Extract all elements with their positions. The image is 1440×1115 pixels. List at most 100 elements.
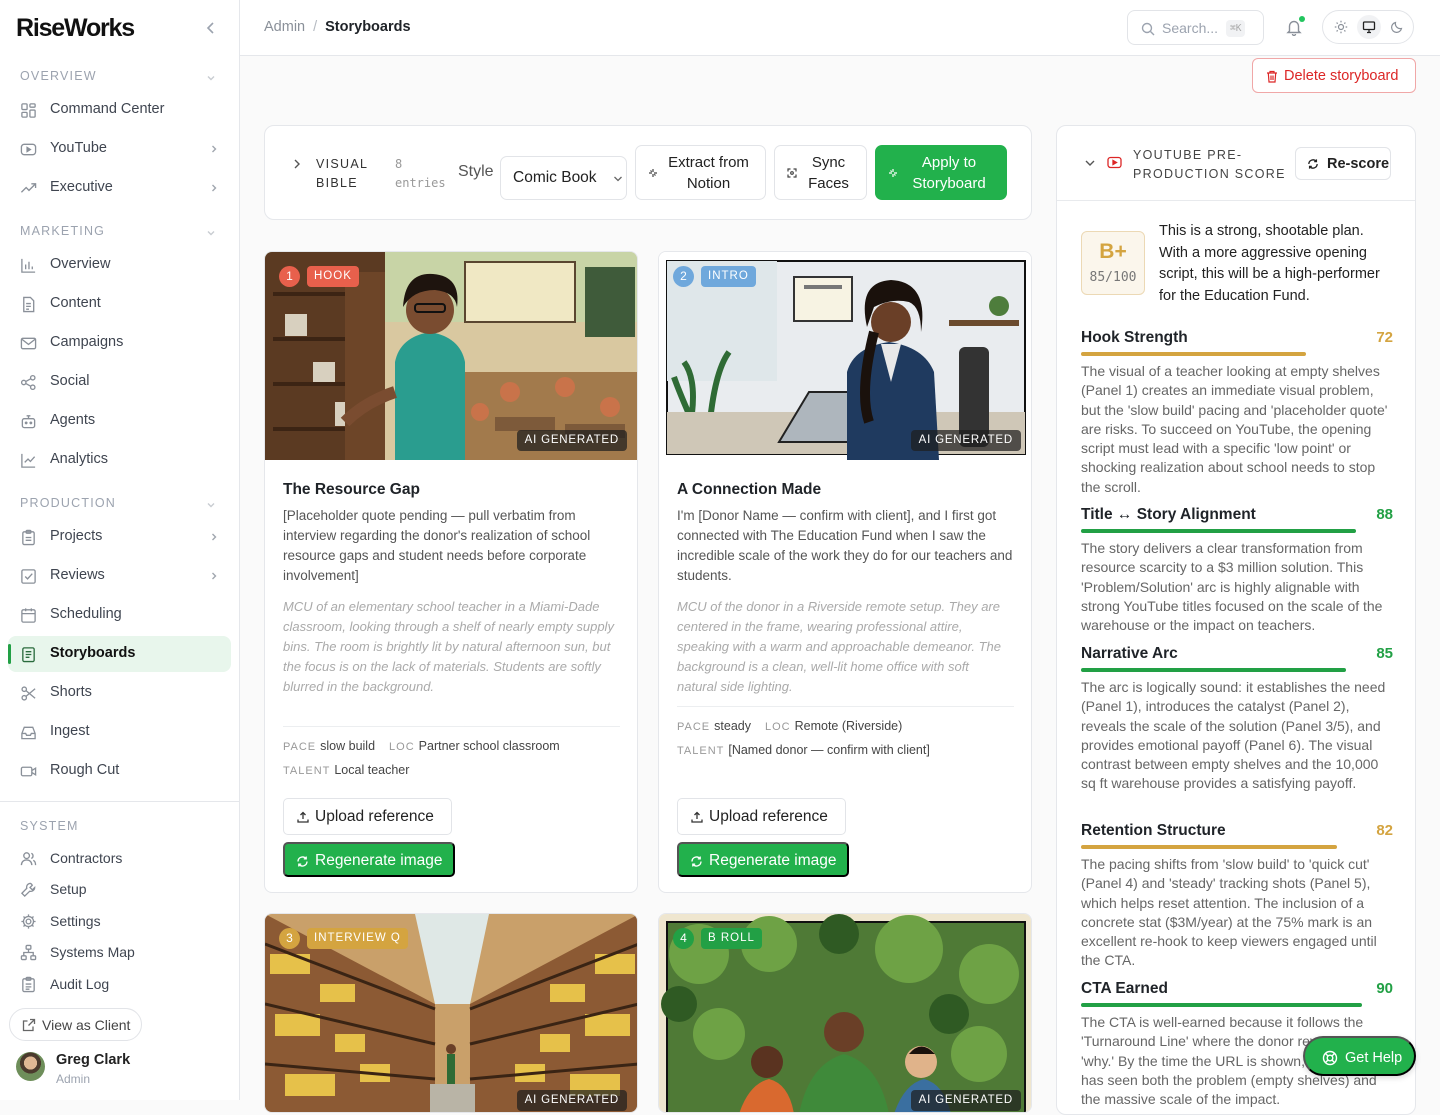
inbox-icon [21,726,36,740]
chevron-down-icon[interactable] [1084,158,1096,168]
sidebar-item-systems-map[interactable]: Systems Map [8,937,231,967]
style-select[interactable]: Comic Book [500,156,627,200]
panel-image[interactable]: 2 INTRO AI GENERATED [659,252,1031,460]
trending-icon [20,183,37,193]
regenerate-image-button[interactable]: Regenerate image [283,842,455,877]
sidebar-item-content[interactable]: Content [8,286,231,322]
brand-logo[interactable]: RiseWorks [16,14,135,43]
sidebar-item-campaigns[interactable]: Campaigns [8,325,231,361]
regenerate-image-button[interactable]: Regenerate image [677,842,849,877]
sidebar-item-scheduling[interactable]: Scheduling [8,597,231,633]
sidebar-item-label: Scheduling [50,606,122,622]
apply-to-storyboard-button[interactable]: Apply to Storyboard [875,145,1007,200]
delete-storyboard-button[interactable]: Delete storyboard [1252,58,1416,93]
sidebar-item-label: Content [50,295,101,311]
upload-reference-label: Upload reference [315,808,434,825]
sidebar-item-label: Overview [50,256,111,272]
get-help-label: Get Help [1345,1050,1403,1066]
sidebar-item-social[interactable]: Social [8,364,231,400]
grid-icon [21,103,36,118]
search-icon [1141,22,1155,36]
search-shortcut: ⌘K [1226,20,1246,37]
clipboard-list-icon [22,976,35,993]
theme-system-button[interactable] [1357,15,1381,39]
chevron-down-icon[interactable] [205,227,217,239]
refresh-icon [297,856,308,867]
trash-icon [1267,70,1277,83]
collapse-sidebar-icon[interactable] [203,20,219,36]
metric-text: The arc is logically sound: it establish… [1081,679,1386,792]
network-icon [20,944,37,961]
panel-type-badge: INTRO [701,266,756,287]
metric-value: 72 [1376,329,1393,346]
ai-generated-badge: AI GENERATED [910,1090,1021,1111]
theme-toggle [1322,10,1414,44]
extract-label: Extract from Notion [668,154,749,192]
sidebar-item-label: Projects [50,528,103,544]
chevron-right-icon[interactable] [291,157,303,171]
view-as-client-label: View as Client [42,1017,131,1033]
metric-value: 85 [1376,645,1393,662]
bar-chart-icon [21,258,36,273]
sync-faces-button[interactable]: Sync Faces [774,145,867,200]
sidebar-item-label: Storyboards [50,645,136,661]
grade-badge: B+ 85/100 [1081,231,1145,295]
sidebar-item-label: Reviews [50,567,105,583]
storyboard-panel-card: 1 HOOK AI GENERATED The Resource Gap [Pl… [264,251,638,893]
section-production: PRODUCTION [20,496,117,510]
panel-number-badge: 1 [279,266,300,287]
metric-bar [1081,1003,1362,1007]
sidebar-item-command-center[interactable]: Command Center [8,92,231,128]
sidebar-item-label: Audit Log [50,976,110,992]
sidebar-item-storyboards[interactable]: Storyboards [8,636,231,672]
location-value: Partner school classroom [418,739,560,753]
panel-image[interactable]: 4 B ROLL AI GENERATED [659,914,1031,1112]
metric-bar [1081,845,1337,849]
view-as-client-button[interactable]: View as Client [9,1008,142,1041]
chevron-down-icon[interactable] [205,499,217,511]
upload-icon [691,811,703,823]
ai-generated-badge: AI GENERATED [516,1090,627,1111]
sidebar-item-contractors[interactable]: Contractors [8,843,231,873]
breadcrumb-admin[interactable]: Admin [264,19,305,35]
metric-value: 90 [1376,980,1393,997]
sidebar-item-setup[interactable]: Setup [8,874,231,904]
avatar [16,1052,45,1081]
sidebar-item-analytics[interactable]: Analytics [8,442,231,478]
talent-value: [Named donor — confirm with client] [728,743,930,757]
sidebar-item-overview[interactable]: Overview [8,247,231,283]
search-input[interactable]: Search... ⌘K [1127,10,1264,45]
sidebar-item-executive[interactable]: Executive [8,170,231,206]
rescore-button[interactable]: Re-score [1295,147,1391,180]
sidebar-item-ingest[interactable]: Ingest [8,714,231,750]
theme-dark-button[interactable] [1385,15,1409,39]
sidebar-item-shorts[interactable]: Shorts [8,675,231,711]
sidebar-item-reviews[interactable]: Reviews [8,558,231,594]
sidebar-item-label: Settings [50,913,101,929]
topbar: Admin / Storyboards Search... ⌘K [240,0,1440,56]
file-icon [23,296,35,313]
breadcrumb: Admin / Storyboards [264,19,411,35]
talent-value: Local teacher [334,763,410,777]
extract-from-notion-button[interactable]: Extract from Notion [635,145,766,200]
theme-light-button[interactable] [1329,15,1353,39]
sidebar-item-label: Analytics [50,451,109,467]
chevron-down-icon[interactable] [205,72,217,84]
rescore-label: Re-score [1327,156,1390,172]
sidebar-item-projects[interactable]: Projects [8,519,231,555]
panel-image[interactable]: 3 INTERVIEW Q AI GENERATED [265,914,637,1112]
upload-reference-button[interactable]: Upload reference [677,798,846,835]
grade-letter: B+ [1099,240,1127,263]
panel-divider [283,726,620,727]
sidebar-item-rough-cut[interactable]: Rough Cut [8,753,231,789]
sidebar-item-settings[interactable]: Settings [8,906,231,936]
notification-dot [1299,16,1305,22]
sidebar-item-label: Agents [50,412,96,428]
get-help-button[interactable]: Get Help [1303,1036,1416,1076]
sidebar-item-audit-log[interactable]: Audit Log [8,969,231,999]
sidebar-item-youtube[interactable]: YouTube [8,131,231,167]
upload-reference-button[interactable]: Upload reference [283,798,452,835]
panel-image[interactable]: 1 HOOK AI GENERATED [265,252,637,460]
sidebar-item-label: Contractors [50,850,123,866]
sidebar-item-agents[interactable]: Agents [8,403,231,439]
